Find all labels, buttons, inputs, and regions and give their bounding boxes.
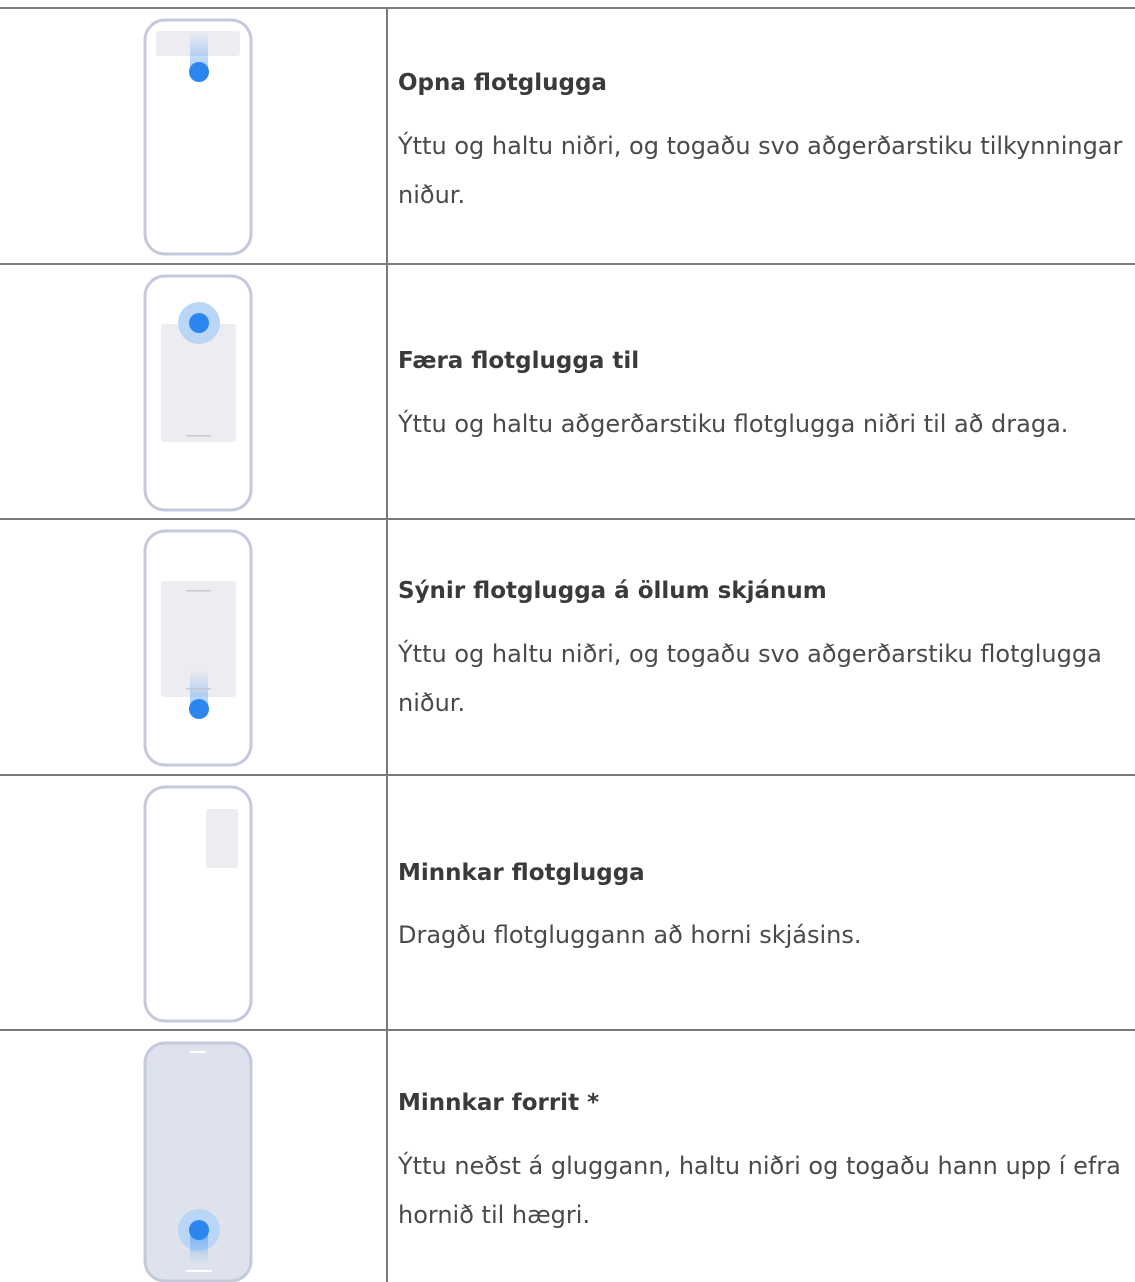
gesture-table: Opna flotglugga Ýttu og haltu niðri, og … (0, 0, 1135, 1282)
illustration-cell (0, 520, 386, 774)
illustration-cell (0, 1031, 386, 1282)
row-title: Sýnir flotglugga á öllum skjánum (398, 578, 827, 604)
illustration-cell (0, 9, 386, 263)
row-description: Dragðu flotgluggann að horni skjásins. (398, 921, 862, 949)
minimize-app-icon (143, 1041, 253, 1282)
minimize-floating-window-icon (143, 785, 253, 1023)
table-row: Minnkar forrit * Ýttu neðst á gluggann, … (0, 1031, 1135, 1282)
description-cell: Minnkar flotglugga Dragðu flotgluggann a… (398, 776, 1135, 1029)
row-title: Færa flotglugga til (398, 348, 640, 374)
description-cell: Minnkar forrit * Ýttu neðst á gluggann, … (398, 1031, 1135, 1282)
table-row: Færa flotglugga til Ýttu og haltu aðgerð… (0, 265, 1135, 518)
table-row: Sýnir flotglugga á öllum skjánum Ýttu og… (0, 520, 1135, 774)
swipe-down-notification-icon (143, 18, 253, 256)
table-row: Minnkar flotglugga Dragðu flotgluggann a… (0, 776, 1135, 1029)
row-description: Ýttu og haltu aðgerðarstiku flotglugga n… (398, 410, 1069, 438)
table-row: Opna flotglugga Ýttu og haltu niðri, og … (0, 9, 1135, 263)
row-title: Opna flotglugga (398, 70, 607, 96)
row-description: Ýttu og haltu niðri, og togaðu svo aðger… (398, 640, 1102, 717)
illustration-cell (0, 776, 386, 1029)
row-description: Ýttu neðst á gluggann, haltu niðri og to… (398, 1152, 1121, 1229)
row-title: Minnkar forrit * (398, 1090, 600, 1116)
expand-floating-window-icon (143, 529, 253, 767)
description-cell: Færa flotglugga til Ýttu og haltu aðgerð… (398, 265, 1135, 518)
description-cell: Sýnir flotglugga á öllum skjánum Ýttu og… (398, 520, 1135, 774)
description-cell: Opna flotglugga Ýttu og haltu niðri, og … (398, 9, 1135, 263)
row-description: Ýttu og haltu niðri, og togaðu svo aðger… (398, 132, 1123, 209)
drag-floating-window-icon (143, 274, 253, 512)
illustration-cell (0, 265, 386, 518)
row-title: Minnkar flotglugga (398, 860, 645, 886)
